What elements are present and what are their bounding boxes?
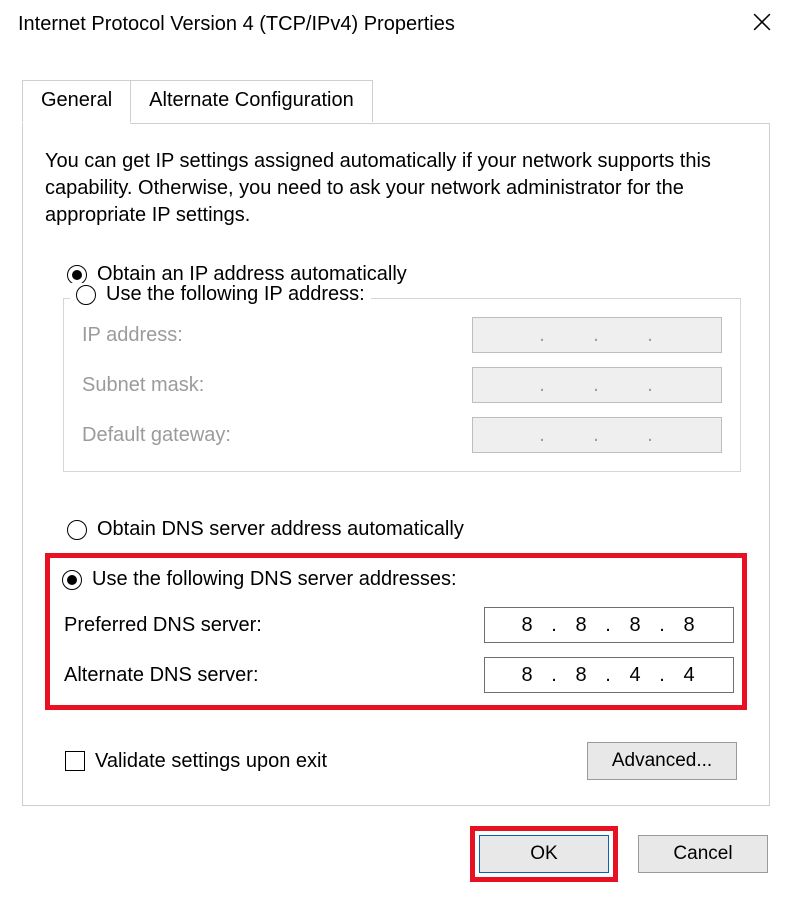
close-button[interactable] — [732, 0, 792, 48]
input-preferred-dns[interactable]: 8. 8. 8. 8 — [484, 607, 734, 643]
input-ip-address: . . . — [472, 317, 722, 353]
cancel-button[interactable]: Cancel — [638, 835, 768, 873]
close-icon — [753, 13, 771, 36]
highlight-ok-button: OK — [470, 826, 618, 882]
cancel-button-label: Cancel — [673, 843, 732, 865]
radio-use-following-ip[interactable] — [76, 285, 96, 305]
checkbox-validate-label: Validate settings upon exit — [95, 750, 327, 773]
radio-obtain-dns-auto[interactable] — [67, 520, 87, 540]
highlight-dns-section: Use the following DNS server addresses: … — [45, 553, 747, 710]
radio-use-following-dns-label: Use the following DNS server addresses: — [92, 568, 457, 591]
window-title: Internet Protocol Version 4 (TCP/IPv4) P… — [18, 13, 455, 36]
checkbox-row-validate[interactable]: Validate settings upon exit — [65, 750, 327, 773]
group-ip-manual-legend[interactable]: Use the following IP address: — [70, 283, 371, 306]
title-bar: Internet Protocol Version 4 (TCP/IPv4) P… — [0, 0, 792, 48]
radio-row-use-following-dns[interactable]: Use the following DNS server addresses: — [58, 568, 734, 591]
radio-obtain-ip-auto[interactable] — [67, 265, 87, 285]
input-subnet-mask: . . . — [472, 367, 722, 403]
label-alternate-dns: Alternate DNS server: — [64, 664, 484, 687]
radio-use-following-dns[interactable] — [62, 570, 82, 590]
panel-bottom-row: Validate settings upon exit Advanced... — [45, 742, 747, 780]
label-subnet-mask: Subnet mask: — [82, 374, 472, 397]
tab-strip: General Alternate Configuration — [22, 80, 770, 122]
ok-button[interactable]: OK — [479, 835, 609, 873]
radio-row-obtain-dns-auto[interactable]: Obtain DNS server address automatically — [45, 518, 747, 541]
label-default-gateway: Default gateway: — [82, 424, 472, 447]
label-preferred-dns: Preferred DNS server: — [64, 614, 484, 637]
input-alternate-dns[interactable]: 8. 8. 4. 4 — [484, 657, 734, 693]
ok-button-label: OK — [530, 843, 557, 865]
advanced-button-label: Advanced... — [612, 750, 712, 772]
dialog-footer: OK Cancel — [470, 826, 768, 882]
tab-alternate-configuration[interactable]: Alternate Configuration — [130, 80, 373, 122]
tab-panel-general: You can get IP settings assigned automat… — [22, 123, 770, 806]
radio-use-following-ip-label: Use the following IP address: — [106, 283, 365, 306]
tab-alternate-label: Alternate Configuration — [149, 89, 354, 111]
description-text: You can get IP settings assigned automat… — [45, 148, 747, 229]
checkbox-validate-on-exit[interactable] — [65, 751, 85, 771]
radio-obtain-dns-auto-label: Obtain DNS server address automatically — [97, 518, 464, 541]
label-ip-address: IP address: — [82, 324, 472, 347]
tab-general[interactable]: General — [22, 80, 131, 122]
group-ip-manual: Use the following IP address: IP address… — [63, 298, 741, 472]
advanced-button[interactable]: Advanced... — [587, 742, 737, 780]
tab-general-label: General — [41, 89, 112, 111]
input-default-gateway: . . . — [472, 417, 722, 453]
